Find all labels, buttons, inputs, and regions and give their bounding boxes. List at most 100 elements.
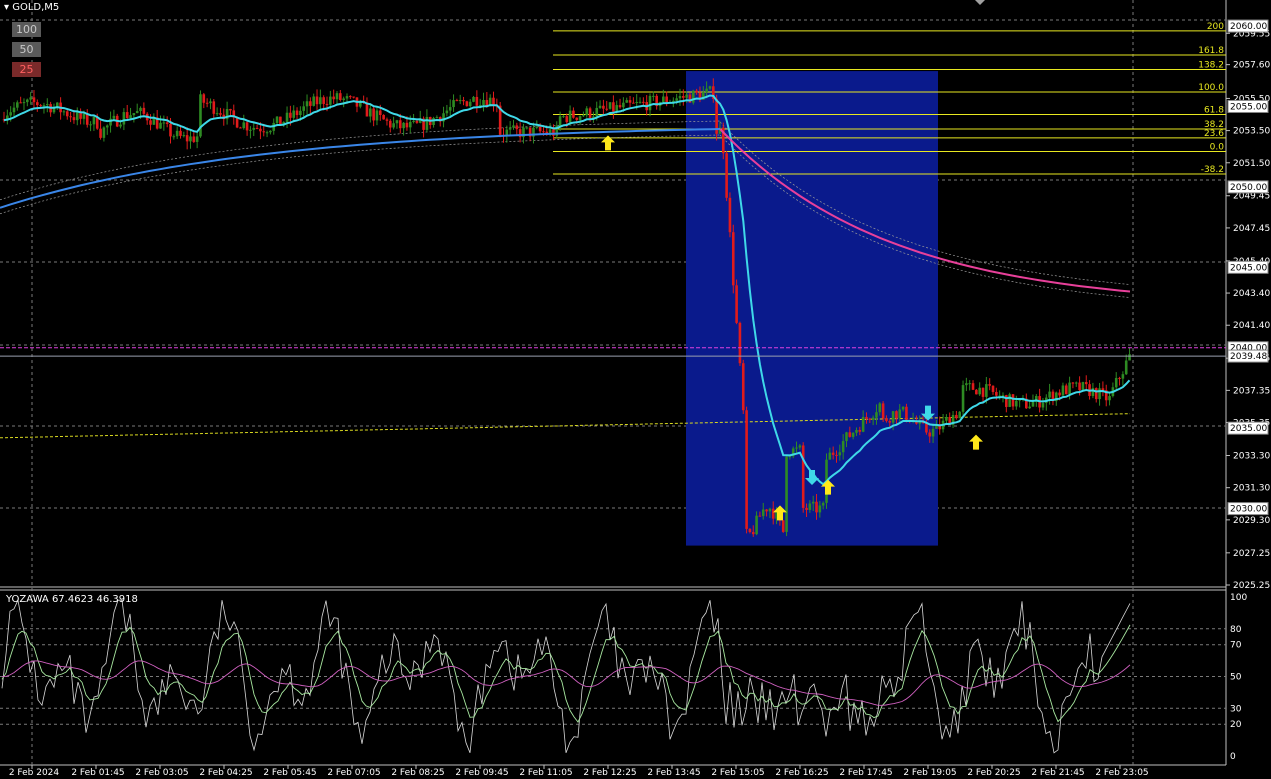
candle-body: [1011, 394, 1015, 407]
oscillator-label: YOZAWA 67.4623 46.3918: [6, 594, 138, 605]
candle-body: [275, 116, 279, 123]
candle-body: [662, 96, 665, 103]
candle-body: [329, 96, 332, 105]
price-tick-label: 2037.35: [1233, 386, 1270, 396]
candle-body: [315, 96, 319, 105]
candle-body: [615, 105, 619, 112]
candle-body: [405, 122, 409, 128]
candle-body: [125, 112, 129, 118]
candle-body: [828, 452, 832, 460]
candle-body: [332, 96, 335, 100]
candle-body: [675, 98, 678, 101]
candle-body: [339, 93, 342, 100]
candle-body: [805, 507, 808, 510]
candle-body: [412, 120, 415, 122]
candle-body: [905, 406, 908, 420]
time-tick-label: 2 Feb 19:05: [903, 768, 956, 778]
candle-body: [538, 126, 542, 132]
zoom-25-button[interactable]: 25: [12, 62, 41, 77]
time-tick-label: 2 Feb 16:25: [775, 768, 828, 778]
candle-body: [578, 116, 582, 120]
time-tick-label: 2 Feb 01:45: [71, 768, 124, 778]
candle-body: [771, 508, 775, 519]
candle-body: [319, 97, 322, 105]
candle-body: [132, 113, 136, 116]
candle-body: [285, 112, 289, 122]
candle-body: [1114, 377, 1118, 388]
price-tag-label: 2039.48: [1230, 352, 1267, 362]
candle-body: [259, 128, 262, 132]
candle-body: [322, 97, 325, 104]
candle-body: [831, 452, 835, 455]
candle-body: [305, 101, 309, 107]
candle-body: [212, 101, 216, 114]
zoom-100-button[interactable]: 100: [12, 22, 41, 37]
candle-body: [36, 102, 39, 106]
candle-body: [172, 136, 176, 138]
candle-body: [981, 387, 985, 397]
candle-body: [885, 418, 888, 422]
candle-body: [82, 113, 86, 119]
candle-body: [1124, 360, 1128, 375]
fib-label: 200: [1207, 22, 1224, 32]
fib-label: 23.6: [1204, 129, 1224, 139]
candle-body: [628, 100, 632, 103]
candle-body: [249, 129, 252, 131]
candle-body: [535, 126, 539, 128]
candle-body: [369, 108, 372, 117]
candle-body: [542, 131, 545, 133]
title-menu-icon[interactable]: ▾: [4, 2, 9, 13]
candle-body: [1041, 402, 1045, 408]
candle-body: [162, 122, 166, 124]
time-tick-label: 2 Feb 03:05: [135, 768, 188, 778]
candle-body: [861, 416, 865, 432]
candle-body: [205, 102, 209, 104]
candle-body: [765, 509, 768, 512]
candle-body: [32, 97, 36, 103]
candle-body: [129, 115, 132, 118]
candle-body: [452, 100, 455, 108]
candle-body: [975, 389, 978, 395]
candle-body: [808, 503, 812, 510]
chart-canvas[interactable]: 200161.8138.2100.061.838.223.60.0-38.2 2…: [0, 0, 1271, 779]
candle-body: [302, 106, 305, 111]
candle-body: [1101, 388, 1105, 391]
candle-body: [612, 102, 615, 112]
candle-body: [309, 101, 312, 106]
candle-body: [182, 135, 186, 137]
price-tick-label: 2047.45: [1233, 224, 1270, 234]
candle-body: [1068, 382, 1071, 395]
price-tag-label: 2060.00: [1230, 22, 1267, 32]
candle-body: [135, 111, 139, 114]
fib-label: -38.2: [1201, 165, 1224, 175]
price-tag-label: 2030.00: [1230, 505, 1267, 515]
candle-body: [848, 432, 852, 437]
candle-body: [881, 403, 885, 419]
candle-body: [1031, 401, 1035, 407]
zoom-50-button[interactable]: 50: [12, 42, 41, 57]
price-tick-label: 2029.30: [1233, 516, 1270, 526]
candle-body: [565, 116, 569, 123]
candle-body: [22, 102, 26, 104]
fib-label: 161.8: [1198, 46, 1224, 56]
candle-body: [811, 501, 815, 504]
price-tag-label: 2055.00: [1230, 102, 1267, 112]
candle-body: [458, 100, 462, 102]
candle-body: [235, 117, 239, 128]
candle-body: [482, 100, 485, 106]
candle-body: [745, 410, 748, 529]
candle-body: [508, 127, 512, 130]
candle-body: [985, 384, 988, 397]
candle-body: [768, 508, 772, 512]
time-tick-label: 2 Feb 12:25: [583, 768, 636, 778]
candle-body: [845, 432, 848, 442]
candle-body: [582, 115, 585, 117]
candle-body: [955, 414, 958, 419]
candle-body: [185, 135, 189, 142]
candle-body: [991, 385, 995, 392]
price-tick-label: 2027.25: [1233, 549, 1270, 559]
candle-body: [682, 96, 685, 98]
candle-body: [16, 102, 19, 108]
candle-body: [562, 116, 565, 118]
candle-body: [395, 120, 399, 124]
